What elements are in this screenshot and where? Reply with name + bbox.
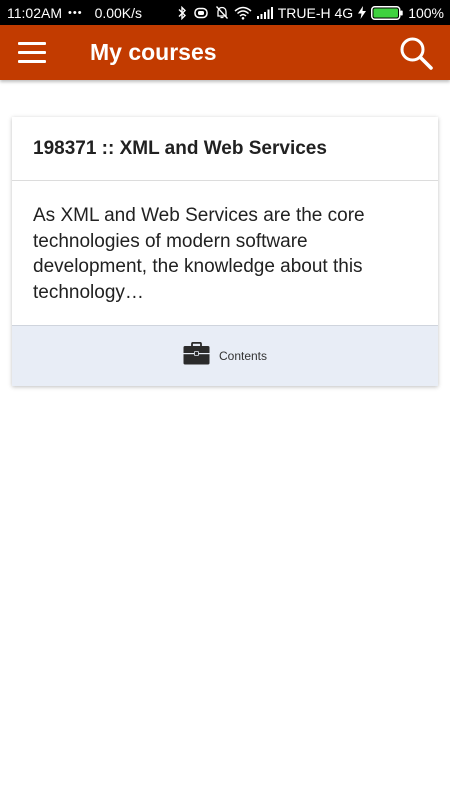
search-button[interactable] — [398, 35, 434, 71]
course-card[interactable]: 198371 :: XML and Web Services As XML an… — [12, 117, 438, 386]
wifi-icon — [234, 6, 252, 20]
signal-icon — [256, 6, 273, 19]
menu-icon — [18, 40, 46, 63]
bluetooth-icon — [177, 5, 187, 20]
contents-label: Contents — [218, 349, 268, 363]
status-bar: 11:02AM ••• 0.00K/s TRUE-H 4G 100% — [0, 0, 450, 25]
briefcase-icon — [183, 341, 210, 370]
contents-button[interactable]: Contents — [12, 325, 438, 386]
page-title: My courses — [90, 39, 217, 65]
battery-icon — [371, 5, 403, 20]
course-title[interactable]: 198371 :: XML and Web Services — [12, 117, 438, 181]
app-bar: My courses — [0, 25, 450, 80]
search-icon — [398, 37, 434, 75]
vibrate-icon — [192, 7, 210, 19]
course-summary: As XML and Web Services are the core tec… — [33, 205, 365, 303]
status-dots: ••• — [68, 6, 83, 19]
battery-percent: 100% — [408, 4, 444, 21]
notifications-off-icon — [215, 5, 229, 20]
charging-icon — [358, 6, 367, 19]
network-speed: 0.00K/s — [94, 4, 143, 21]
menu-button[interactable] — [18, 40, 46, 66]
status-time: 11:02AM — [7, 4, 62, 21]
carrier-label: TRUE-H 4G — [277, 4, 354, 21]
